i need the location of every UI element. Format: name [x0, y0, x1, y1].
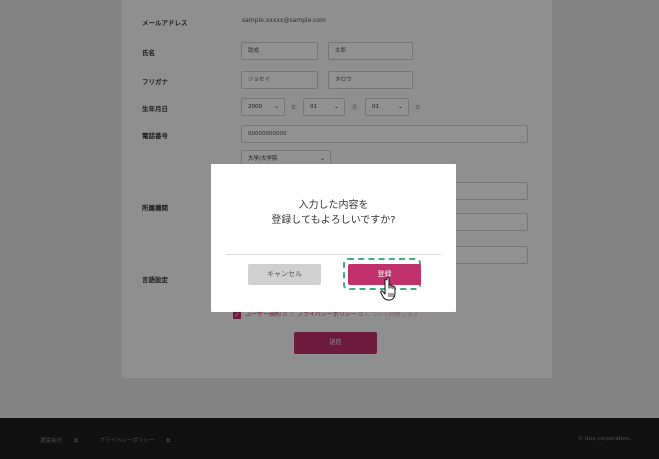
- dialog-divider: [226, 254, 441, 255]
- app-frame: メールアドレス sample.xxxxx@sample.com 氏名 助成 太郎…: [0, 0, 659, 459]
- confirm-message: 入力した内容を 登録してもよろしいですか?: [211, 198, 456, 228]
- confirm-message-line1: 入力した内容を: [298, 200, 369, 211]
- confirm-dialog: 入力した内容を 登録してもよろしいですか? キャンセル 登録: [211, 164, 456, 312]
- hand-pointer-icon: [380, 276, 396, 301]
- confirm-message-line2: 登録してもよろしいですか?: [271, 215, 396, 226]
- cancel-button[interactable]: キャンセル: [248, 264, 321, 285]
